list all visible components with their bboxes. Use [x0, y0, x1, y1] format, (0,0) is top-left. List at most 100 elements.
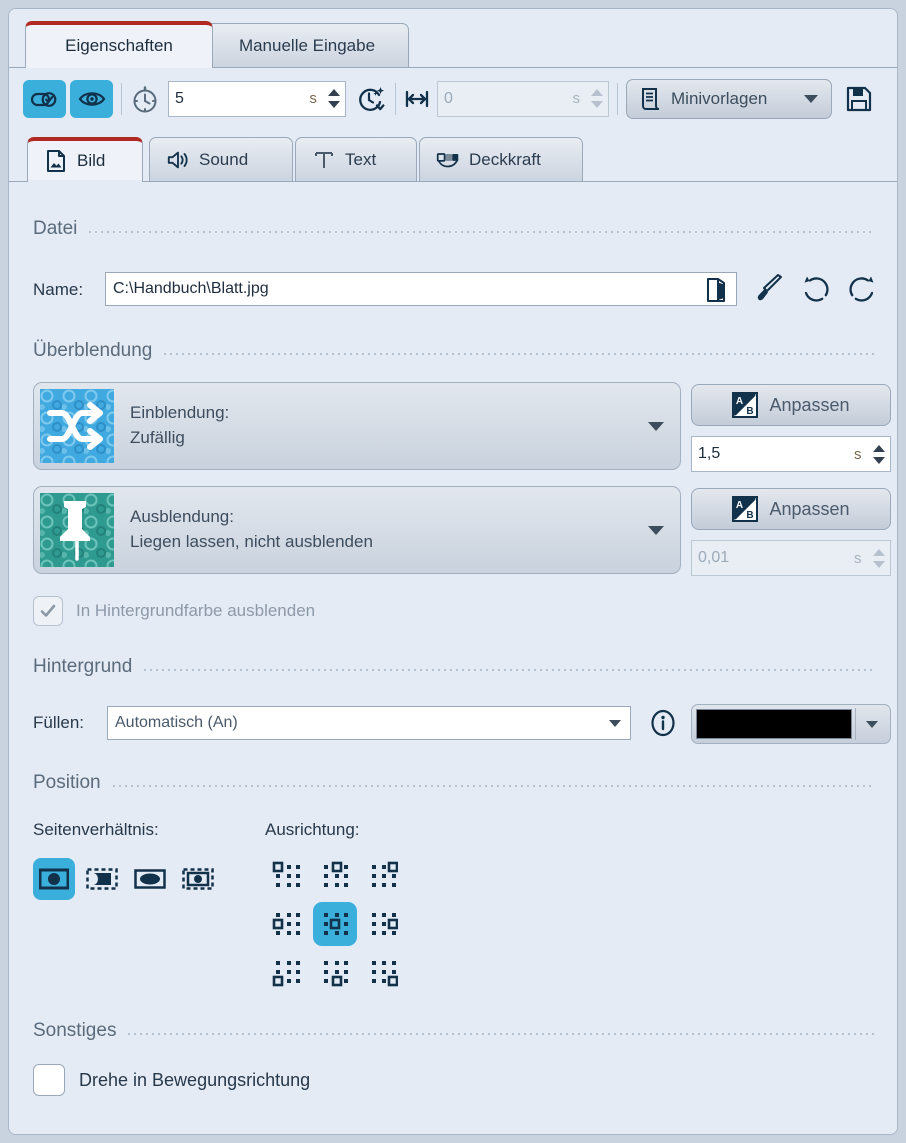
floppy-disk-icon[interactable]	[844, 84, 874, 114]
rotate-clockwise-icon[interactable]	[847, 274, 877, 304]
ausblendung-duration-input[interactable]	[692, 549, 854, 567]
fade-decrement-arrow[interactable]	[591, 101, 603, 108]
svg-text:B: B	[747, 406, 754, 417]
duration-increment-arrow[interactable]	[328, 89, 340, 96]
align-middle-right-button[interactable]	[361, 902, 405, 946]
rotate-counterclockwise-icon[interactable]	[801, 274, 831, 304]
check-icon	[38, 601, 58, 621]
einblendung-increment-arrow[interactable]	[873, 445, 885, 452]
section-hintergrund-title: Hintergrund	[33, 656, 132, 678]
fade-spinner[interactable]: s	[437, 81, 609, 117]
tab-bild-label: Bild	[77, 151, 105, 171]
minivorlagen-button[interactable]: Minivorlagen	[626, 79, 832, 119]
tab-deckkraft[interactable]: Deckkraft	[419, 137, 583, 181]
duration-input[interactable]	[169, 90, 309, 108]
einblendung-anpassen-button[interactable]: A B Anpassen	[691, 384, 891, 426]
minivorlagen-label: Minivorlagen	[671, 89, 767, 109]
svg-text:B: B	[747, 510, 754, 521]
image-file-icon	[44, 149, 68, 173]
align-middle-left-icon	[272, 909, 302, 939]
ausblendung-anpassen-button[interactable]: A B Anpassen	[691, 488, 891, 530]
fuellen-dropdown[interactable]: Automatisch (An)	[107, 706, 631, 740]
aspect-face-button[interactable]	[177, 858, 219, 900]
ausblendung-increment-arrow[interactable]	[873, 549, 885, 556]
chevron-down-icon	[866, 721, 878, 728]
einblendung-selector[interactable]: Einblendung: Zufällig	[33, 382, 681, 470]
background-color-swatch[interactable]	[696, 709, 852, 739]
background-color-picker[interactable]	[691, 704, 891, 744]
chevron-down-icon[interactable]	[648, 422, 664, 431]
chevron-down-icon[interactable]	[648, 526, 664, 535]
section-hintergrund-header: Hintergrund	[33, 656, 875, 678]
duration-stepper[interactable]	[327, 82, 345, 116]
clock-sparkle-icon[interactable]	[355, 84, 387, 114]
open-folder-icon[interactable]	[704, 276, 730, 304]
tab-sound-label: Sound	[199, 150, 248, 170]
fade-increment-arrow[interactable]	[591, 89, 603, 96]
align-top-right-button[interactable]	[361, 854, 405, 898]
tab-text[interactable]: Text	[295, 137, 417, 181]
top-tab-bar: Eigenschaften Manuelle Eingabe	[9, 9, 898, 67]
background-color-dropdown[interactable]	[859, 721, 886, 728]
tab-eigenschaften[interactable]: Eigenschaften	[25, 21, 213, 67]
section-datei-header: Datei	[33, 218, 875, 240]
align-top-center-button[interactable]	[313, 854, 357, 898]
section-sonstiges-title: Sonstiges	[33, 1020, 116, 1042]
aspect-fit-button[interactable]	[33, 858, 75, 900]
align-top-left-button[interactable]	[265, 854, 309, 898]
hintergrundfarbe-ausblenden-row[interactable]: In Hintergrundfarbe ausblenden	[33, 596, 315, 626]
ausblendung-duration-spinner[interactable]: s	[691, 540, 891, 576]
ausblendung-duration-stepper[interactable]	[871, 541, 890, 575]
ausblendung-decrement-arrow[interactable]	[873, 561, 885, 568]
toggle-active-button[interactable]	[23, 80, 66, 118]
toggle-check-icon	[30, 86, 60, 112]
ab-split-icon: A B	[732, 392, 758, 418]
chevron-down-icon[interactable]	[609, 720, 621, 727]
chevron-down-icon[interactable]	[804, 95, 818, 103]
aspect-stretch-button[interactable]	[129, 858, 171, 900]
align-bottom-left-button[interactable]	[265, 950, 309, 994]
paintbrush-icon[interactable]	[755, 274, 785, 304]
einblendung-duration-input[interactable]	[692, 445, 854, 463]
align-middle-center-button[interactable]	[313, 902, 357, 946]
einblendung-duration-spinner[interactable]: s	[691, 436, 891, 472]
align-top-center-icon	[320, 861, 350, 891]
align-bottom-right-button[interactable]	[361, 950, 405, 994]
hintergrundfarbe-ausblenden-checkbox[interactable]	[33, 596, 63, 626]
fade-input[interactable]	[438, 90, 573, 108]
color-divider	[855, 708, 856, 740]
duration-spinner[interactable]: s	[168, 81, 346, 117]
drehe-bewegungsrichtung-row[interactable]: Drehe in Bewegungsrichtung	[33, 1064, 310, 1096]
drehe-bewegungsrichtung-label: Drehe in Bewegungsrichtung	[79, 1070, 310, 1091]
toolbar-separator-2	[395, 83, 396, 115]
aspect-fit-icon	[39, 867, 69, 891]
speaker-icon	[166, 148, 190, 172]
info-circle-icon[interactable]	[649, 709, 677, 737]
duration-decrement-arrow[interactable]	[328, 101, 340, 108]
ausblendung-selector[interactable]: Ausblendung: Liegen lassen, nicht ausble…	[33, 486, 681, 574]
fade-stepper[interactable]	[590, 82, 608, 116]
einblendung-duration-stepper[interactable]	[871, 437, 890, 471]
align-bottom-center-button[interactable]	[313, 950, 357, 994]
pushpin-icon	[40, 493, 114, 567]
properties-window: Eigenschaften Manuelle Eingabe	[8, 8, 898, 1135]
section-position-title: Position	[33, 772, 101, 794]
duration-unit: s	[309, 90, 327, 107]
visibility-button[interactable]	[70, 80, 113, 118]
tab-bild[interactable]: Bild	[27, 137, 143, 181]
aspect-fill-button[interactable]	[81, 858, 123, 900]
section-ueberblendung-title: Überblendung	[33, 340, 152, 362]
tab-sound[interactable]: Sound	[149, 137, 293, 181]
fade-unit: s	[573, 90, 591, 107]
ausblendung-duration-unit: s	[854, 550, 872, 567]
tab-eigenschaften-label: Eigenschaften	[65, 36, 173, 56]
toolbar-separator-1	[121, 83, 122, 115]
svg-text:A: A	[736, 500, 743, 511]
ausblendung-anpassen-label: Anpassen	[769, 499, 849, 520]
einblendung-decrement-arrow[interactable]	[873, 457, 885, 464]
drehe-bewegungsrichtung-checkbox[interactable]	[33, 1064, 65, 1096]
tab-manuelle-eingabe[interactable]: Manuelle Eingabe	[205, 23, 409, 67]
align-bottom-left-icon	[272, 957, 302, 987]
align-middle-left-button[interactable]	[265, 902, 309, 946]
filename-field[interactable]: C:\Handbuch\Blatt.jpg	[105, 272, 737, 306]
